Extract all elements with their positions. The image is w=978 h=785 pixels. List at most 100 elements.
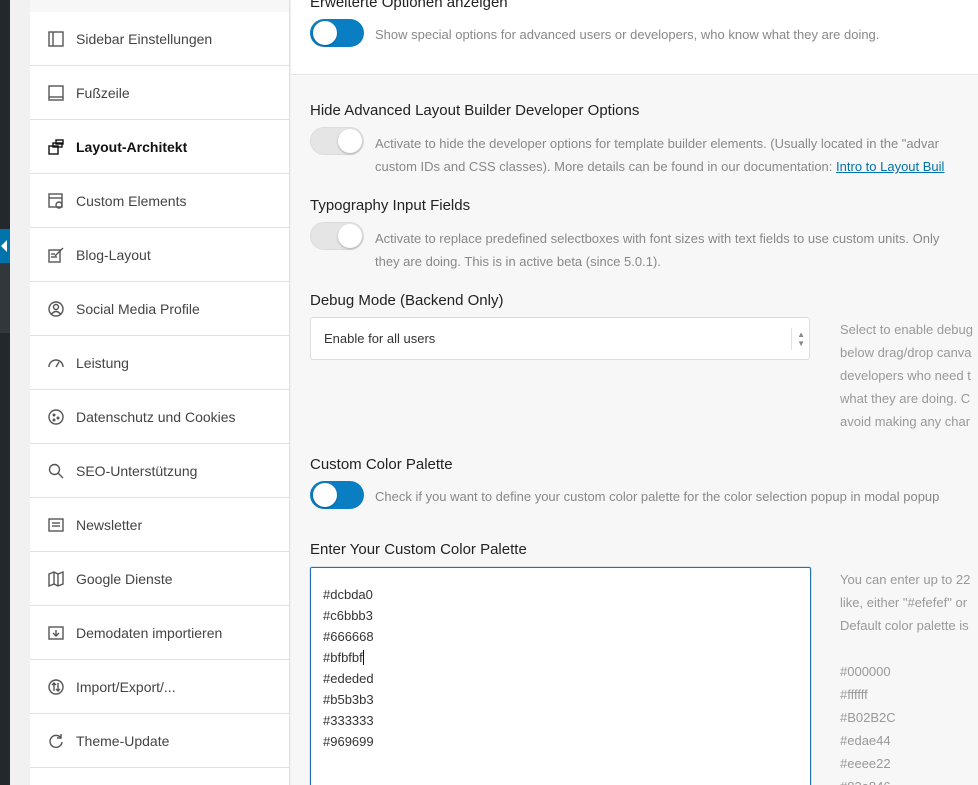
- sidebar-item-label: Social Media Profile: [76, 300, 200, 317]
- palette-desc-line: You can enter up to 22: [840, 572, 971, 587]
- palette-line: #b5b3b3: [323, 692, 374, 707]
- layout-builder-icon: [47, 138, 65, 156]
- social-profile-icon: [47, 300, 65, 318]
- sidebar-item-seo[interactable]: SEO-Unterstützung: [30, 444, 289, 498]
- newsletter-icon: [47, 516, 65, 534]
- default-palette-list: #000000 #ffffff #B02B2C #edae44 #eeee22 …: [840, 660, 896, 785]
- admin-menu-hover: [0, 263, 10, 333]
- sidebar-item-theme-update[interactable]: Theme-Update: [30, 714, 289, 768]
- typography-desc-line1: Activate to replace predefined selectbox…: [375, 231, 940, 246]
- select-arrows-icon: ▲ ▼: [791, 328, 805, 350]
- sidebar-item-partial: [30, 768, 289, 785]
- sidebar-item-social-profiles[interactable]: Social Media Profile: [30, 282, 289, 336]
- palette-input-desc: You can enter up to 22 like, either "#ef…: [840, 568, 970, 637]
- sidebar-item-custom-elements[interactable]: Custom Elements: [30, 174, 289, 228]
- sidebar-item-label: Layout-Architekt: [76, 138, 188, 155]
- sidebar-item-label: Import/Export/...: [76, 678, 176, 695]
- default-color: #ffffff: [840, 687, 868, 702]
- blog-edit-icon: [47, 246, 65, 264]
- debug-desc-line: avoid making any char: [840, 414, 971, 429]
- toggle-knob: [338, 129, 362, 153]
- debug-desc-line: Select to enable debug: [840, 322, 973, 337]
- search-icon: [47, 462, 65, 480]
- sidebar-item-privacy-cookies[interactable]: Datenschutz und Cookies: [30, 390, 289, 444]
- options-main: Erweiterte Optionen anzeigen Show specia…: [291, 0, 978, 785]
- hide-dev-desc-line1: Activate to hide the developer options f…: [375, 136, 939, 151]
- palette-input-title: Enter Your Custom Color Palette: [310, 541, 527, 558]
- hide-dev-desc-line2: custom IDs and CSS classes). More detail…: [375, 159, 833, 174]
- debug-mode-select[interactable]: Enable for all users ▲ ▼: [310, 317, 810, 360]
- palette-desc-line: Default color palette is: [840, 618, 969, 633]
- default-color: #B02B2C: [840, 710, 896, 725]
- toggle-knob: [338, 224, 362, 248]
- debug-desc-line: developers who need t: [840, 368, 971, 383]
- collapse-arrow-icon[interactable]: [0, 229, 10, 263]
- performance-gauge-icon: [47, 354, 65, 372]
- sidebar-item-label: Newsletter: [76, 516, 143, 533]
- sidebar-item-import-export[interactable]: Import/Export/...: [30, 660, 289, 714]
- sidebar-item-layout-builder[interactable]: Layout-Architekt: [30, 120, 289, 174]
- default-color: #83a846: [840, 775, 896, 785]
- sidebar-item-blog-layout[interactable]: Blog-Layout: [30, 228, 289, 282]
- debug-mode-desc: Select to enable debug below drag/drop c…: [840, 318, 973, 433]
- advanced-options-toggle[interactable]: [310, 19, 364, 47]
- sidebar-item-label: Custom Elements: [76, 192, 187, 209]
- default-color: #edae44: [840, 733, 891, 748]
- toggle-knob: [313, 21, 337, 45]
- sidebar-item-newsletter[interactable]: Newsletter: [30, 498, 289, 552]
- sidebar-item-google-services[interactable]: Google Dienste: [30, 552, 289, 606]
- advanced-options-title: Erweiterte Optionen anzeigen: [310, 0, 508, 11]
- sidebar-item-footer[interactable]: Fußzeile: [30, 66, 289, 120]
- sidebar-item-sidebar-settings[interactable]: Sidebar Einstellungen: [30, 12, 289, 66]
- hide-dev-options-toggle[interactable]: [310, 127, 364, 155]
- custom-elements-icon: [47, 192, 65, 210]
- advanced-options-desc: Show special options for advanced users …: [375, 27, 880, 42]
- palette-textarea[interactable]: #dcbda0 #c6bbb3 #666668 #bfbfbf #ededed …: [310, 567, 811, 785]
- cookie-icon: [47, 408, 65, 426]
- toggle-knob: [313, 483, 337, 507]
- hide-dev-options-title: Hide Advanced Layout Builder Developer O…: [310, 102, 640, 119]
- debug-desc-line: what they are doing. C: [840, 391, 971, 406]
- sidebar-item-label: Blog-Layout: [76, 246, 151, 263]
- custom-palette-desc: Check if you want to define your custom …: [375, 489, 940, 504]
- typography-fields-toggle[interactable]: [310, 222, 364, 250]
- palette-line: #666668: [323, 629, 374, 644]
- palette-line: #ededed: [323, 671, 374, 686]
- sidebar-item-label: Demodaten importieren: [76, 624, 223, 641]
- layout-builder-docs-link[interactable]: Intro to Layout Buil: [836, 159, 944, 174]
- hide-dev-options-desc: Activate to hide the developer options f…: [375, 132, 944, 178]
- palette-line: #dcbda0: [323, 587, 373, 602]
- sidebar-item-import-demo[interactable]: Demodaten importieren: [30, 606, 289, 660]
- palette-line-text: #bfbfbf: [323, 650, 363, 665]
- map-icon: [47, 570, 65, 588]
- custom-palette-title: Custom Color Palette: [310, 456, 453, 473]
- default-color: #000000: [840, 664, 891, 679]
- text-caret: [362, 650, 364, 665]
- admin-menu-strip: [0, 0, 10, 785]
- typography-fields-desc: Activate to replace predefined selectbox…: [375, 227, 939, 273]
- refresh-icon: [47, 732, 65, 750]
- sidebar-item-label: Google Dienste: [76, 570, 173, 587]
- typography-desc-line2: they are doing. This is in active beta (…: [375, 254, 661, 269]
- sidebar-item-label: Fußzeile: [76, 84, 130, 101]
- sidebar-item-label: SEO-Unterstützung: [76, 462, 198, 479]
- palette-line: #969699: [323, 734, 374, 749]
- default-color: #eeee22: [840, 756, 891, 771]
- import-demo-icon: [47, 624, 65, 642]
- sidebar-item-label: Leistung: [76, 354, 129, 371]
- palette-line-with-caret: #bfbfbf: [323, 647, 798, 668]
- footer-icon: [47, 84, 65, 102]
- gutter: [10, 0, 30, 785]
- typography-fields-title: Typography Input Fields: [310, 197, 471, 214]
- sidebar-item-label: Theme-Update: [76, 732, 170, 749]
- import-export-icon: [47, 678, 65, 696]
- options-sidebar: Sidebar Einstellungen Fußzeile Layout-Ar…: [30, 0, 290, 785]
- sidebar-item-label: Sidebar Einstellungen: [76, 30, 213, 47]
- sidebar-item-performance[interactable]: Leistung: [30, 336, 289, 390]
- palette-line: #c6bbb3: [323, 608, 373, 623]
- custom-palette-toggle[interactable]: [310, 481, 364, 509]
- debug-mode-selected: Enable for all users: [324, 331, 436, 346]
- palette-desc-line: like, either "#efefef" or: [840, 595, 968, 610]
- palette-line: #333333: [323, 713, 374, 728]
- debug-desc-line: below drag/drop canva: [840, 345, 972, 360]
